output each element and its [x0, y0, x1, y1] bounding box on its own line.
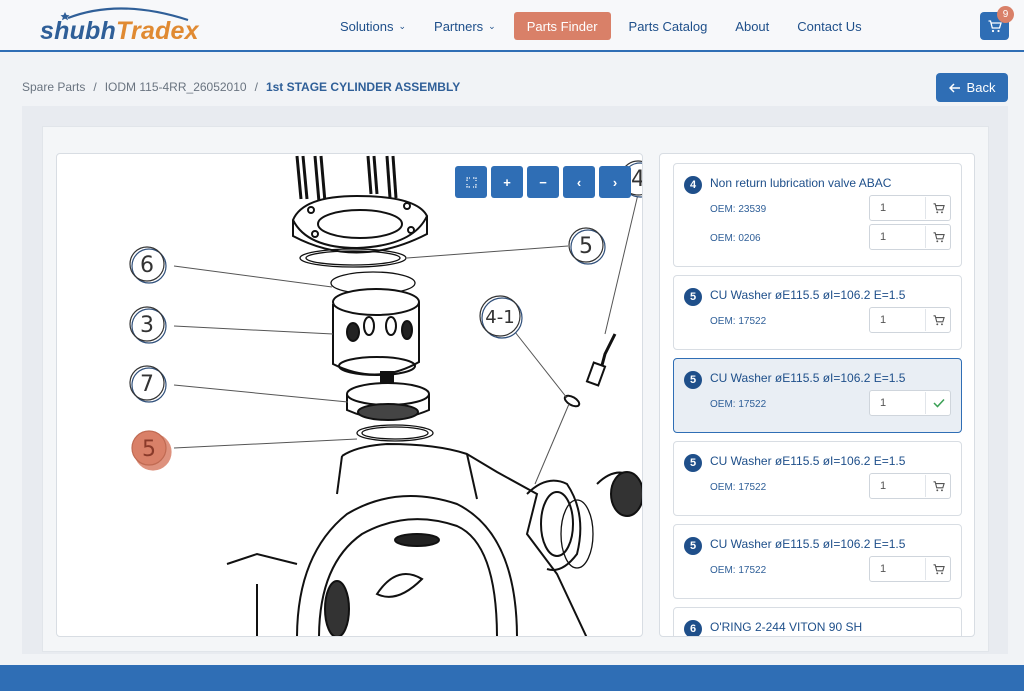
oem-label: OEM: 17522: [710, 316, 767, 327]
parts-list[interactable]: 4 Non return lubrication valve ABAC OEM:…: [659, 153, 975, 637]
callout-3: 3: [129, 306, 167, 344]
breadcrumb-spare-parts[interactable]: Spare Parts: [22, 80, 85, 94]
svg-text:5: 5: [142, 437, 156, 462]
quantity-input[interactable]: [871, 475, 926, 497]
callout-5-highlighted: 5: [131, 430, 172, 471]
fullscreen-button[interactable]: [455, 166, 487, 198]
site-header: shubhTradex Solutions ⌄ Partners ⌄ Parts F…: [0, 0, 1024, 52]
next-button[interactable]: ›: [599, 166, 631, 198]
svg-text:3: 3: [140, 313, 154, 338]
cart-count-badge: 9: [997, 6, 1014, 23]
part-card[interactable]: 5 CU Washer øE115.5 øI=106.2 E=1.5 OEM: …: [673, 275, 962, 350]
callout-6: 6: [129, 246, 167, 284]
part-title: CU Washer øE115.5 øI=106.2 E=1.5: [710, 537, 906, 551]
cart-icon: [933, 480, 945, 491]
chevron-down-icon: ⌄: [398, 20, 407, 31]
footer: [0, 665, 1024, 691]
quantity-input[interactable]: [871, 197, 926, 219]
quantity-stepper: [869, 224, 951, 250]
cart-icon: [933, 202, 945, 213]
part-number-badge: 6: [684, 620, 702, 636]
logo-text-secondary: Tradex: [116, 17, 199, 45]
quantity-stepper: [869, 195, 951, 221]
callout-5: 5: [568, 227, 606, 265]
part-title: CU Washer øE115.5 øI=106.2 E=1.5: [710, 454, 906, 468]
part-number-badge: 5: [684, 371, 702, 389]
breadcrumb-model[interactable]: IODM 115-4RR_26052010: [105, 80, 247, 94]
nav-partners[interactable]: Partners ⌄: [434, 12, 496, 40]
quantity-input[interactable]: [871, 558, 926, 580]
callout-4-1: 4-1: [479, 295, 523, 339]
fullscreen-icon: [465, 176, 477, 188]
zoom-out-button[interactable]: −: [527, 166, 559, 198]
part-title: O'RING 2-244 VITON 90 SH: [710, 620, 863, 634]
oem-label: OEM: 17522: [710, 482, 767, 493]
oem-label: OEM: 17522: [710, 399, 767, 410]
nav-solutions[interactable]: Solutions ⌄: [340, 12, 406, 40]
add-to-cart-button[interactable]: [928, 558, 950, 580]
part-number-badge: 5: [684, 537, 702, 555]
part-title: CU Washer øE115.5 øI=106.2 E=1.5: [710, 288, 906, 302]
arrow-left-icon: [948, 82, 960, 93]
zoom-in-button[interactable]: +: [491, 166, 523, 198]
breadcrumb: Spare Parts / IODM 115-4RR_26052010 / 1s…: [22, 80, 461, 94]
cart-icon: [933, 563, 945, 574]
cylinder-assembly-drawing: 6 3 7 5 5 4-1 4: [129, 155, 642, 636]
studs: [295, 155, 398, 203]
part-card-selected[interactable]: 5 CU Washer øE115.5 øI=106.2 E=1.5 OEM: …: [673, 358, 962, 433]
add-to-cart-button[interactable]: [928, 197, 950, 219]
cart-icon: [933, 231, 945, 242]
quantity-input[interactable]: [871, 392, 926, 414]
part-number-badge: 4: [684, 176, 702, 194]
nav-about[interactable]: About: [735, 12, 769, 40]
svg-text:4-1: 4-1: [485, 307, 514, 328]
chevron-down-icon: ⌄: [488, 20, 496, 31]
svg-text:6: 6: [140, 253, 154, 278]
callout-7: 7: [129, 365, 167, 403]
oem-label: OEM: 17522: [710, 565, 767, 576]
add-to-cart-button[interactable]: [928, 309, 950, 331]
part-card[interactable]: 4 Non return lubrication valve ABAC OEM:…: [673, 163, 962, 267]
logo[interactable]: shubhTradex: [40, 4, 200, 48]
oem-label: OEM: 23539: [710, 204, 767, 215]
nav-parts-catalog[interactable]: Parts Catalog: [629, 12, 708, 40]
svg-text:5: 5: [579, 234, 593, 259]
svg-text:7: 7: [140, 372, 154, 397]
added-to-cart-button[interactable]: [928, 392, 950, 414]
previous-button[interactable]: ‹: [563, 166, 595, 198]
quantity-stepper: [869, 390, 951, 416]
part-title: Non return lubrication valve ABAC: [710, 176, 892, 190]
add-to-cart-button[interactable]: [928, 226, 950, 248]
main-nav: Solutions ⌄ Partners ⌄ Parts Finder Parts …: [340, 12, 890, 40]
exploded-diagram[interactable]: 6 3 7 5 5 4-1 4: [56, 153, 643, 637]
quantity-input[interactable]: [871, 309, 926, 331]
part-number-badge: 5: [684, 454, 702, 472]
quantity-input[interactable]: [871, 226, 926, 248]
check-icon: [933, 398, 945, 408]
quantity-stepper: [869, 473, 951, 499]
nav-contact-us[interactable]: Contact Us: [797, 12, 861, 40]
quantity-stepper: [869, 307, 951, 333]
logo-text-primary: shubh: [40, 17, 116, 45]
breadcrumb-current: 1st STAGE CYLINDER ASSEMBLY: [265, 80, 461, 94]
quantity-stepper: [869, 556, 951, 582]
part-card[interactable]: 5 CU Washer øE115.5 øI=106.2 E=1.5 OEM: …: [673, 524, 962, 599]
add-to-cart-button[interactable]: [928, 475, 950, 497]
cart-icon: [988, 19, 1002, 32]
part-number-badge: 5: [684, 288, 702, 306]
back-button[interactable]: Back: [936, 73, 1008, 102]
part-card[interactable]: 6 O'RING 2-244 VITON 90 SH: [673, 607, 962, 636]
oem-label: OEM: 0206: [710, 233, 761, 244]
diagram-toolbar: + − ‹ ›: [455, 166, 635, 198]
nav-parts-finder[interactable]: Parts Finder: [513, 12, 611, 40]
part-title: CU Washer øE115.5 øI=106.2 E=1.5: [710, 371, 906, 385]
cart-icon: [933, 314, 945, 325]
part-card[interactable]: 5 CU Washer øE115.5 øI=106.2 E=1.5 OEM: …: [673, 441, 962, 516]
